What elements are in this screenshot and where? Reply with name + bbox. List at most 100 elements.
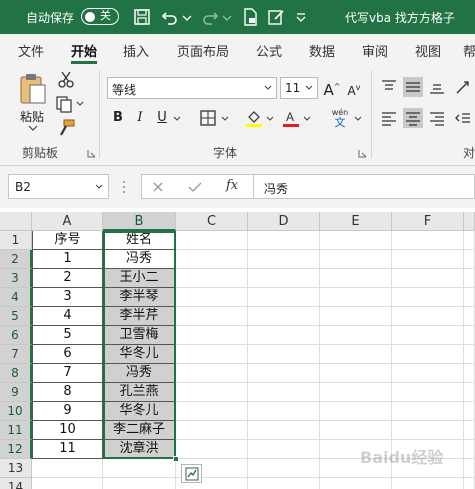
cell-d2[interactable]	[248, 250, 320, 269]
cell-c12[interactable]	[176, 440, 248, 459]
paste-label[interactable]: 粘贴	[20, 108, 44, 125]
customize-toolbar-icon[interactable]	[294, 7, 308, 27]
cell-e10[interactable]	[320, 402, 392, 421]
paste-dropdown-icon[interactable]	[28, 124, 38, 132]
cell-e8[interactable]	[320, 364, 392, 383]
align-center-icon[interactable]	[403, 108, 423, 128]
font-color-icon[interactable]: A	[281, 108, 301, 128]
fill-color-dropdown-icon[interactable]	[266, 116, 274, 122]
cell-g13[interactable]	[464, 459, 475, 478]
align-top-icon[interactable]	[379, 77, 399, 97]
cell-a12[interactable]: 11	[32, 440, 103, 459]
phonetic-dropdown-icon[interactable]	[354, 116, 362, 122]
cell-g1[interactable]	[464, 231, 475, 250]
fill-handle[interactable]	[173, 456, 179, 462]
row-header-2[interactable]: 2	[0, 250, 32, 269]
column-header-e[interactable]: E	[320, 212, 392, 231]
phonetic-guide-icon[interactable]: wén 文	[328, 108, 352, 132]
cell-e1[interactable]	[320, 231, 392, 250]
cell-e2[interactable]	[320, 250, 392, 269]
row-header-11[interactable]: 11	[0, 421, 32, 440]
cell-g7[interactable]	[464, 345, 475, 364]
tab-view[interactable]: 视图	[415, 41, 441, 60]
cell-b3[interactable]: 王小二	[103, 269, 176, 288]
cell-f9[interactable]	[392, 383, 464, 402]
paste-icon[interactable]	[18, 72, 48, 106]
column-header-a[interactable]: A	[32, 212, 103, 231]
cell-b13[interactable]	[103, 459, 176, 478]
clipboard-launcher-icon[interactable]	[87, 149, 96, 158]
cell-d8[interactable]	[248, 364, 320, 383]
cell-a8[interactable]: 7	[32, 364, 103, 383]
cancel-icon[interactable]	[152, 181, 164, 193]
cell-g9[interactable]	[464, 383, 475, 402]
cell-a10[interactable]: 9	[32, 402, 103, 421]
copy-dropdown-icon[interactable]	[76, 101, 84, 107]
cell-c5[interactable]	[176, 307, 248, 326]
row-header-13[interactable]: 13	[0, 459, 32, 478]
format-painter-icon[interactable]	[56, 118, 76, 138]
cell-d9[interactable]	[248, 383, 320, 402]
cell-b4[interactable]: 李半琴	[103, 288, 176, 307]
font-name-select[interactable]: 等线	[107, 77, 277, 99]
cell-a14[interactable]	[32, 478, 103, 489]
cell-f8[interactable]	[392, 364, 464, 383]
tab-page-layout[interactable]: 页面布局	[177, 41, 229, 60]
cell-f6[interactable]	[392, 326, 464, 345]
cell-e9[interactable]	[320, 383, 392, 402]
cell-d4[interactable]	[248, 288, 320, 307]
redo-dropdown-icon[interactable]	[221, 7, 233, 27]
cell-b8[interactable]: 冯秀	[103, 364, 176, 383]
cell-a3[interactable]: 2	[32, 269, 103, 288]
align-bottom-icon[interactable]	[427, 77, 447, 97]
underline-dropdown-icon[interactable]	[173, 116, 181, 122]
cell-e7[interactable]	[320, 345, 392, 364]
align-left-icon[interactable]	[379, 108, 399, 128]
cell-a11[interactable]: 10	[32, 421, 103, 440]
column-header-f[interactable]: F	[392, 212, 464, 231]
borders-dropdown-icon[interactable]	[221, 116, 229, 122]
tab-insert[interactable]: 插入	[123, 41, 149, 60]
cell-b7[interactable]: 华冬儿	[103, 345, 176, 364]
align-right-icon[interactable]	[427, 108, 447, 128]
row-header-14[interactable]: 14	[0, 478, 32, 489]
cell-c6[interactable]	[176, 326, 248, 345]
cell-a2[interactable]: 1	[32, 250, 103, 269]
cell-d1[interactable]	[248, 231, 320, 250]
cell-a5[interactable]: 4	[32, 307, 103, 326]
row-header-8[interactable]: 8	[0, 364, 32, 383]
cell-d14[interactable]	[248, 478, 320, 489]
column-header-b[interactable]: B	[103, 212, 176, 231]
cell-a6[interactable]: 5	[32, 326, 103, 345]
formula-input[interactable]: 冯秀	[254, 174, 475, 199]
cell-e14[interactable]	[320, 478, 392, 489]
cell-e6[interactable]	[320, 326, 392, 345]
underline-icon[interactable]: U	[152, 108, 172, 128]
row-header-7[interactable]: 7	[0, 345, 32, 364]
cell-g6[interactable]	[464, 326, 475, 345]
undo-icon[interactable]	[160, 7, 180, 27]
cell-c1[interactable]	[176, 231, 248, 250]
row-header-6[interactable]: 6	[0, 326, 32, 345]
cell-g12[interactable]	[464, 440, 475, 459]
cell-f3[interactable]	[392, 269, 464, 288]
row-header-9[interactable]: 9	[0, 383, 32, 402]
row-header-3[interactable]: 3	[0, 269, 32, 288]
font-size-select[interactable]: 11	[280, 77, 318, 99]
align-middle-icon[interactable]	[403, 77, 423, 97]
column-header-d[interactable]: D	[248, 212, 320, 231]
cell-e4[interactable]	[320, 288, 392, 307]
cell-b10[interactable]: 华冬儿	[103, 402, 176, 421]
cell-c10[interactable]	[176, 402, 248, 421]
redo-icon[interactable]	[200, 7, 220, 27]
tab-data[interactable]: 数据	[309, 41, 335, 60]
cell-g14[interactable]	[464, 478, 475, 489]
cell-b5[interactable]: 李半芹	[103, 307, 176, 326]
cell-g10[interactable]	[464, 402, 475, 421]
cell-a7[interactable]: 6	[32, 345, 103, 364]
quick-analysis-button[interactable]	[181, 464, 202, 483]
column-header-c[interactable]: C	[176, 212, 248, 231]
cell-a9[interactable]: 8	[32, 383, 103, 402]
copy-icon[interactable]	[54, 94, 74, 114]
enter-icon[interactable]	[188, 181, 202, 193]
